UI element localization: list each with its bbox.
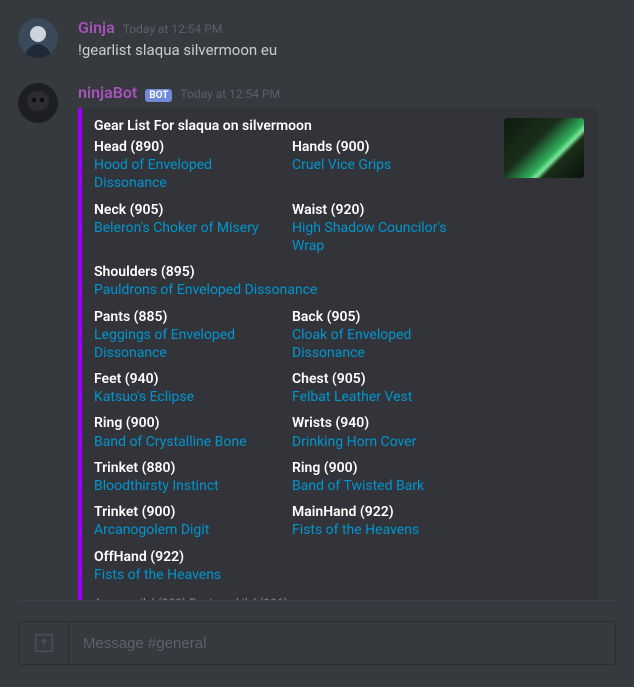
item-link[interactable]: Leggings of Enveloped Dissonance [94, 327, 235, 361]
field-name: Chest (905) [292, 370, 476, 388]
field-name: Trinket (880) [94, 459, 278, 477]
field-value: Cruel Vice Grips [292, 156, 476, 174]
item-link[interactable]: High Shadow Councilor's Wrap [292, 220, 447, 254]
field-value: Beleron's Choker of Misery [94, 219, 278, 237]
avatar[interactable] [18, 83, 58, 123]
field-value: Fists of the Heavens [94, 566, 476, 584]
field-name: MainHand (922) [292, 503, 476, 521]
author-name[interactable]: Ginja [78, 18, 115, 37]
field-value: High Shadow Councilor's Wrap [292, 219, 476, 255]
field-name: Feet (940) [94, 370, 278, 388]
field-value: Pauldrons of Enveloped Dissonance [94, 281, 476, 299]
field-name: Pants (885) [94, 308, 278, 326]
embed-field: Neck (905)Beleron's Choker of Misery [94, 201, 292, 256]
embed-field: Trinket (880)Bloodthirsty Instinct [94, 459, 292, 495]
field-value: Leggings of Enveloped Dissonance [94, 326, 278, 362]
embed-field: Ring (900)Band of Twisted Bark [292, 459, 490, 495]
message-timestamp: Today at 12:54 PM [123, 22, 223, 36]
item-link[interactable]: Bloodthirsty Instinct [94, 478, 219, 494]
field-name: Trinket (900) [94, 503, 278, 521]
field-name: OffHand (922) [94, 548, 476, 566]
item-link[interactable]: Hood of Enveloped Dissonance [94, 157, 212, 191]
embed-field: Hands (900)Cruel Vice Grips [292, 138, 490, 193]
field-name: Head (890) [94, 138, 278, 156]
message-timestamp: Today at 12:54 PM [180, 87, 280, 101]
item-link[interactable]: Katsuo's Eclipse [94, 389, 194, 405]
field-name: Ring (900) [94, 414, 278, 432]
embed-field: Feet (940)Katsuo's Eclipse [94, 370, 292, 406]
field-name: Waist (920) [292, 201, 476, 219]
bot-tag: BOT [145, 89, 172, 102]
field-name: Neck (905) [94, 201, 278, 219]
field-value: Cloak of Enveloped Dissonance [292, 326, 476, 362]
embed-title: Gear List For slaqua on silvermoon [94, 118, 490, 134]
item-link[interactable]: Fists of the Heavens [292, 522, 419, 538]
item-link[interactable]: Beleron's Choker of Misery [94, 220, 259, 236]
embed-field: MainHand (922)Fists of the Heavens [292, 503, 490, 539]
embed-field: Waist (920)High Shadow Councilor's Wrap [292, 201, 490, 256]
field-name: Ring (900) [292, 459, 476, 477]
field-value: Band of Crystalline Bone [94, 433, 278, 451]
item-link[interactable]: Drinking Horn Cover [292, 434, 416, 450]
item-link[interactable]: Cloak of Enveloped Dissonance [292, 327, 411, 361]
embed-field: Shoulders (895)Pauldrons of Enveloped Di… [94, 263, 490, 299]
item-link[interactable]: Arcanogolem Digit [94, 522, 209, 538]
item-link[interactable]: Band of Twisted Bark [292, 478, 424, 494]
embed-field: Chest (905)Felbat Leather Vest [292, 370, 490, 406]
input-area [0, 601, 634, 687]
message-list: Ginja Today at 12:54 PM !gearlist slaqua… [0, 0, 634, 600]
embed-field: Head (890)Hood of Enveloped Dissonance [94, 138, 292, 193]
upload-icon [33, 632, 55, 654]
author-name[interactable]: ninjaBot [78, 83, 137, 102]
embed: Gear List For slaqua on silvermoon Head … [78, 108, 598, 600]
field-name: Shoulders (895) [94, 263, 476, 281]
field-value: Bloodthirsty Instinct [94, 477, 278, 495]
field-value: Arcanogolem Digit [94, 521, 278, 539]
field-name: Back (905) [292, 308, 476, 326]
upload-button[interactable] [19, 622, 69, 664]
item-link[interactable]: Pauldrons of Enveloped Dissonance [94, 282, 317, 298]
embed-field: Back (905)Cloak of Enveloped Dissonance [292, 308, 490, 363]
field-value: Band of Twisted Bark [292, 477, 476, 495]
message: Ginja Today at 12:54 PM !gearlist slaqua… [18, 18, 620, 61]
embed-field: Wrists (940) Drinking Horn Cover [292, 414, 490, 450]
embed-thumbnail[interactable] [504, 118, 584, 178]
embed-field: OffHand (922)Fists of the Heavens [94, 548, 490, 584]
field-value: Drinking Horn Cover [292, 433, 476, 451]
embed-fields: Head (890)Hood of Enveloped DissonanceHa… [94, 138, 490, 592]
embed-field: Trinket (900)Arcanogolem Digit [94, 503, 292, 539]
field-value: Katsuo's Eclipse [94, 388, 278, 406]
item-link[interactable]: Cruel Vice Grips [292, 157, 391, 173]
avatar[interactable] [18, 18, 58, 58]
message-input[interactable] [69, 635, 615, 652]
field-name: Wrists (940) [292, 414, 476, 432]
message-input-container [18, 621, 616, 665]
item-link[interactable]: Band of Crystalline Bone [94, 434, 247, 450]
embed-field: Ring (900) Band of Crystalline Bone [94, 414, 292, 450]
field-name: Hands (900) [292, 138, 476, 156]
field-value: Hood of Enveloped Dissonance [94, 156, 278, 192]
message: ninjaBot BOT Today at 12:54 PM Gear List… [18, 83, 620, 600]
message-text: !gearlist slaqua silvermoon eu [78, 40, 620, 61]
item-link[interactable]: Felbat Leather Vest [292, 389, 412, 405]
field-value: Felbat Leather Vest [292, 388, 476, 406]
field-value: Fists of the Heavens [292, 521, 476, 539]
item-link[interactable]: Fists of the Heavens [94, 567, 221, 583]
embed-field: Pants (885)Leggings of Enveloped Dissona… [94, 308, 292, 363]
